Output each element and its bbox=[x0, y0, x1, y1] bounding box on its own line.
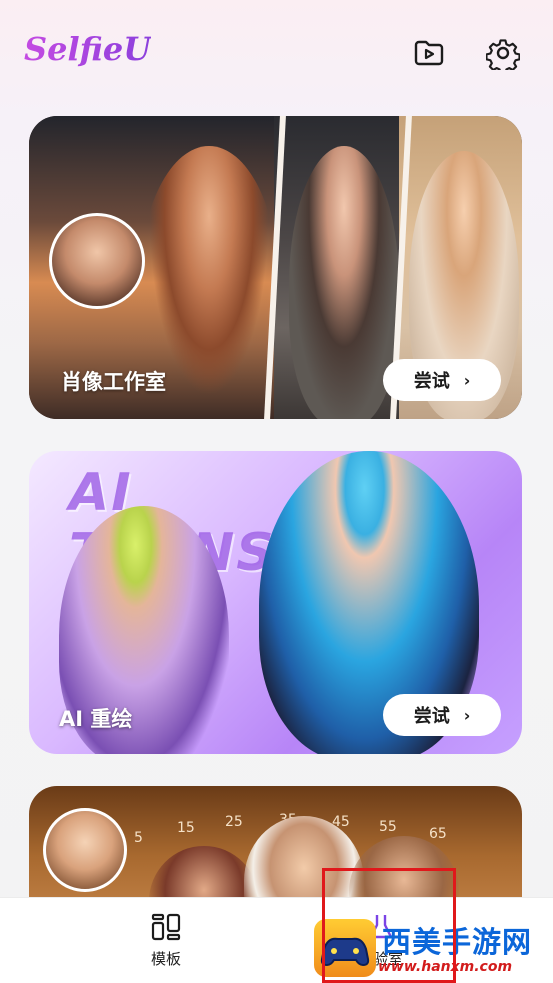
app-logo: SelfieU bbox=[24, 30, 152, 68]
portrait-try-button[interactable]: 尝试 › bbox=[383, 359, 501, 401]
tab-templates[interactable]: 模板 bbox=[150, 912, 182, 969]
highlight-box bbox=[322, 868, 456, 983]
portrait-studio-title: 肖像工作室 bbox=[61, 370, 166, 394]
chevron-right-icon: › bbox=[463, 705, 471, 725]
tab-label: 模板 bbox=[150, 950, 181, 968]
avatar bbox=[43, 808, 127, 892]
gear-icon[interactable] bbox=[485, 36, 521, 75]
ai-redraw-card[interactable]: AI TRANSFORM AI 重绘 尝试 › bbox=[29, 451, 522, 754]
try-button-label: 尝试 bbox=[413, 706, 450, 727]
dial-number: 55 bbox=[379, 819, 397, 835]
video-folder-icon[interactable] bbox=[412, 36, 446, 70]
templates-icon bbox=[151, 913, 181, 941]
avatar bbox=[49, 213, 145, 309]
dial-number: 15 bbox=[177, 820, 195, 836]
ai-redraw-title: AI 重绘 bbox=[59, 707, 133, 731]
dial-number: 25 bbox=[225, 814, 243, 830]
ai-redraw-try-button[interactable]: 尝试 › bbox=[383, 694, 501, 736]
dial-number: 65 bbox=[429, 826, 447, 842]
chevron-right-icon: › bbox=[463, 370, 471, 390]
try-button-label: 尝试 bbox=[413, 371, 450, 392]
dial-number: 5 bbox=[134, 830, 143, 846]
portrait-studio-card[interactable]: 肖像工作室 尝试 › bbox=[29, 116, 522, 419]
app-header: SelfieU bbox=[0, 0, 553, 110]
